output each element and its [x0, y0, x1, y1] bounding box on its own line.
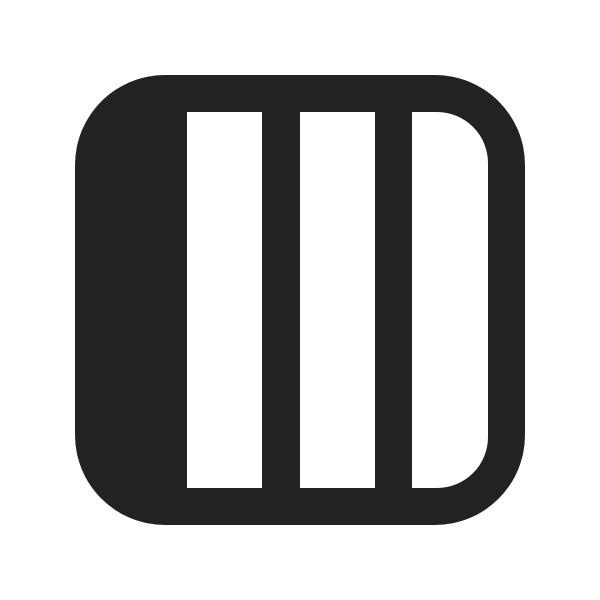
icon-column-1 [187, 112, 262, 488]
icon-column-2 [300, 112, 375, 488]
icon-canvas [0, 0, 600, 600]
icon-column-3 [412, 112, 488, 488]
column-view-icon [75, 75, 525, 525]
